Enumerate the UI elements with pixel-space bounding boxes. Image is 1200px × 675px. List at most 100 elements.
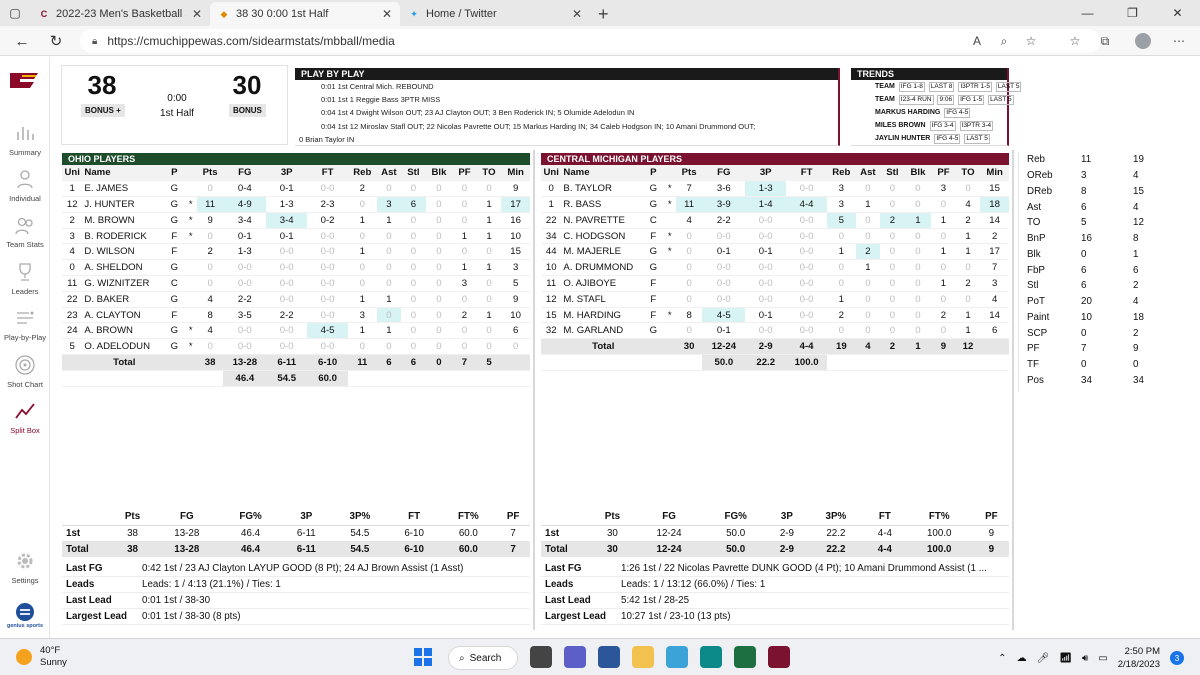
column-header[interactable]: FT — [786, 165, 828, 181]
table-row[interactable]: 11 G. WIZNITZER C 0 0-0 0-0 0-0 0 0 0 0 3 0 5 — [62, 276, 530, 292]
column-header[interactable]: Min — [501, 165, 530, 181]
microphone-icon[interactable]: 🎤︎ — [1037, 653, 1050, 664]
column-header[interactable]: Reb — [348, 165, 377, 181]
column-header[interactable]: Stl — [401, 165, 426, 181]
column-header[interactable]: Name — [82, 165, 165, 181]
column-header[interactable]: 3P — [266, 165, 308, 181]
table-row[interactable]: 22 N. PAVRETTE C 4 2-2 0-0 0-0 5 0 2 1 1 2 14 — [541, 212, 1009, 229]
collections-icon[interactable]: ⧉ — [1094, 31, 1116, 51]
edge-beta-icon[interactable] — [666, 646, 688, 668]
column-header[interactable]: PF — [452, 165, 477, 181]
tab-schedule[interactable]: C 2022-23 Men's Basketball Schedu ✕ — [30, 2, 210, 26]
cloud-icon[interactable]: ☁ — [1017, 653, 1027, 664]
column-header[interactable]: TO — [476, 165, 502, 181]
table-row[interactable]: 22 D. BAKER G 4 2-2 0-0 0-0 1 1 0 0 0 0 9 — [62, 291, 530, 308]
back-icon[interactable]: ← — [10, 30, 34, 52]
column-header[interactable]: Blk — [904, 165, 932, 181]
column-header[interactable]: P — [643, 165, 664, 181]
refresh-icon[interactable]: ↻ — [44, 30, 68, 52]
table-row[interactable]: 1 R. BASS G * 11 3-9 1-4 4-4 3 1 0 0 0 4 18 — [541, 196, 1009, 213]
read-aloud-icon[interactable]: A — [966, 31, 988, 51]
column-header[interactable]: Name — [561, 165, 644, 181]
column-header[interactable]: Stl — [880, 165, 905, 181]
taskbar-search[interactable]: ⌕ Search — [448, 646, 518, 670]
nav-leaders[interactable]: Leaders — [0, 261, 50, 296]
chevron-up-icon[interactable]: ⌃ — [998, 653, 1006, 664]
table-row[interactable]: 12 M. STAFL F 0 0-0 0-0 0-0 1 0 0 0 0 0 4 — [541, 291, 1009, 308]
column-header[interactable]: FT — [307, 165, 349, 181]
file-explorer-icon[interactable] — [632, 646, 654, 668]
table-row[interactable]: 1 E. JAMES G 0 0-4 0-1 0-0 2 0 0 0 0 0 9 — [62, 181, 530, 197]
table-row[interactable]: 32 M. GARLAND G 0 0-1 0-0 0-0 0 0 0 0 0 1 6 — [541, 323, 1009, 339]
column-header[interactable]: Pts — [196, 165, 224, 181]
compare-label: TO — [1027, 217, 1041, 229]
table-row[interactable]: 0 A. SHELDON G 0 0-0 0-0 0-0 0 0 0 0 1 1 3 — [62, 260, 530, 276]
nav-play-by-play[interactable]: Play-by-Play — [0, 307, 50, 342]
url-field[interactable]: 🔒︎ https://cmuchippewas.com/sidearmstats… — [80, 29, 1100, 53]
table-row[interactable]: 2 M. BROWN G * 9 3-4 3-4 0-2 1 1 0 0 0 1 16 — [62, 212, 530, 229]
restore-icon[interactable]: ❐ — [1110, 0, 1155, 26]
teams-chat-icon[interactable] — [564, 646, 586, 668]
nav-summary[interactable]: Summary — [0, 122, 50, 157]
table-row[interactable]: 5 O. ADELODUN G * 0 0-0 0-0 0-0 0 0 0 0 0 0 0 — [62, 339, 530, 355]
close-window-icon[interactable]: ✕ — [1155, 0, 1200, 26]
table-row[interactable]: 24 A. BROWN G * 4 0-0 0-0 4-5 1 1 0 0 0 0 6 — [62, 322, 530, 339]
table-row[interactable]: 3 B. RODERICK F * 0 0-1 0-1 0-0 0 0 0 0 1 1 10 — [62, 228, 530, 244]
column-header[interactable]: TO — [955, 165, 981, 181]
column-header[interactable]: Min — [980, 165, 1009, 181]
zoom-icon[interactable]: ⌕ — [993, 31, 1015, 51]
nav-team-stats[interactable]: Team Stats — [0, 214, 50, 249]
table-row[interactable]: 4 D. WILSON F 2 1-3 0-0 0-0 1 0 0 0 0 0 15 — [62, 244, 530, 260]
table-row[interactable]: 15 M. HARDING F * 8 4-5 0-1 0-0 2 0 0 0 2 1 14 — [541, 307, 1009, 323]
favorite-add-icon[interactable]: ☆ — [1020, 31, 1042, 51]
column-header[interactable] — [663, 165, 676, 181]
nav-settings[interactable]: Settings — [0, 550, 50, 585]
column-header[interactable]: PF — [931, 165, 956, 181]
table-row[interactable]: 12 J. HUNTER G * 11 4-9 1-3 2-3 0 3 6 0 0 1 17 — [62, 196, 530, 213]
tab-actions-icon[interactable]: ▢ — [0, 0, 30, 26]
favorites-icon[interactable]: ☆ — [1064, 31, 1086, 51]
table-row[interactable]: 23 A. CLAYTON F 8 3-5 2-2 0-0 3 0 0 0 2 1 10 — [62, 307, 530, 323]
column-header[interactable] — [184, 165, 197, 181]
column-header[interactable]: Reb — [827, 165, 856, 181]
column-header[interactable]: Uni — [62, 165, 83, 181]
column-header[interactable]: Ast — [855, 165, 881, 181]
new-tab-button[interactable]: + — [598, 2, 609, 26]
more-menu-icon[interactable]: ⋯ — [1168, 31, 1190, 51]
table-row[interactable]: 0 B. TAYLOR G * 7 3-6 1-3 0-0 3 0 0 0 3 0 15 — [541, 180, 1009, 197]
nav-shot-chart[interactable]: Shot Chart — [0, 354, 50, 389]
column-header[interactable]: Blk — [425, 165, 453, 181]
battery-icon[interactable]: ▭ — [1098, 653, 1107, 664]
minimize-icon[interactable]: — — [1065, 0, 1110, 26]
start-icon[interactable] — [412, 646, 434, 668]
word-icon[interactable] — [598, 646, 620, 668]
close-tab-icon[interactable]: ✕ — [382, 7, 392, 21]
column-header[interactable]: P — [164, 165, 185, 181]
column-header[interactable]: 3P — [745, 165, 787, 181]
table-row[interactable]: 34 C. HODGSON F * 0 0-0 0-0 0-0 0 0 0 0 0 1 2 — [541, 228, 1009, 244]
column-header[interactable]: Uni — [541, 165, 562, 181]
edge-icon[interactable] — [700, 646, 722, 668]
profile-avatar[interactable] — [1132, 31, 1154, 51]
tab-twitter[interactable]: ✦ Home / Twitter ✕ — [400, 2, 590, 26]
notification-badge[interactable]: 3 — [1170, 651, 1184, 665]
nav-individual[interactable]: Individual — [0, 168, 50, 203]
column-header[interactable]: Pts — [675, 165, 703, 181]
column-header[interactable]: FG — [223, 165, 267, 181]
excel-icon[interactable] — [734, 646, 756, 668]
weather-widget[interactable]: 40°F Sunny — [16, 645, 67, 669]
table-row[interactable]: 11 O. AJIBOYE F 0 0-0 0-0 0-0 0 0 0 0 1 2 3 — [541, 276, 1009, 292]
close-tab-icon[interactable]: ✕ — [572, 7, 582, 21]
close-tab-icon[interactable]: ✕ — [192, 7, 202, 21]
table-row[interactable]: 10 A. DRUMMOND G 0 0-0 0-0 0-0 0 1 0 0 0 0 7 — [541, 260, 1009, 276]
table-row[interactable]: 44 M. MAJERLE G * 0 0-1 0-1 0-0 1 2 0 0 1 1 17 — [541, 243, 1009, 260]
nav-split-box[interactable]: Split Box — [0, 400, 50, 435]
column-header[interactable]: Ast — [376, 165, 402, 181]
taskbar-clock[interactable]: 2:50 PM 2/18/2023 — [1118, 645, 1160, 671]
tab-live-stats[interactable]: ◆ 38 30 0:00 1st Half ✕ — [210, 2, 400, 26]
volume-icon[interactable]: 🔊︎ — [1082, 653, 1088, 664]
column-header[interactable]: FG — [702, 165, 746, 181]
wifi-icon[interactable]: 📶︎ — [1059, 653, 1072, 664]
webex-icon[interactable] — [768, 646, 790, 668]
task-view-icon[interactable] — [530, 646, 552, 668]
